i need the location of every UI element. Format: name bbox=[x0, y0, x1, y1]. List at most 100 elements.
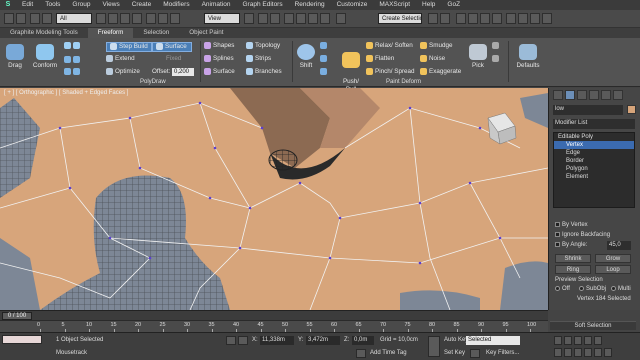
viewport-label[interactable]: [ + ] [ Orthographic ] [ Shaded + Edged … bbox=[4, 90, 128, 96]
rotate-icon[interactable] bbox=[158, 13, 168, 24]
menu-help[interactable]: Help bbox=[416, 0, 441, 10]
unlink-icon[interactable] bbox=[42, 13, 52, 24]
x-coordinate-field[interactable]: 11,338m bbox=[260, 336, 294, 345]
by-angle-checkbox[interactable]: By Angle: bbox=[555, 242, 587, 248]
y-coordinate-field[interactable]: 3,472m bbox=[306, 336, 340, 345]
stack-item-element[interactable]: Element bbox=[554, 173, 634, 181]
pick-option-icon-2[interactable] bbox=[492, 55, 501, 63]
scale-icon[interactable] bbox=[170, 13, 180, 24]
paint-deform-panel-label[interactable]: Paint Deform bbox=[386, 79, 421, 85]
set-key-icon[interactable] bbox=[428, 336, 440, 357]
offset-input[interactable]: 0,200 bbox=[172, 68, 194, 76]
previous-frame-icon[interactable] bbox=[564, 336, 572, 345]
orbit-icon[interactable] bbox=[594, 348, 602, 357]
named-selection-set-dropdown[interactable]: Create Selection S bbox=[378, 13, 422, 24]
tab-graphite-modeling-tools[interactable]: Graphite Modeling Tools bbox=[0, 28, 88, 38]
noise-button[interactable]: Noise bbox=[420, 55, 445, 63]
material-editor-icon[interactable] bbox=[506, 13, 516, 24]
region-select-icon[interactable] bbox=[120, 13, 130, 24]
surface-picker-button[interactable]: Surface bbox=[152, 42, 192, 53]
next-frame-icon[interactable] bbox=[584, 336, 592, 345]
maximize-viewport-icon[interactable] bbox=[604, 348, 612, 357]
graphite-toggle-icon[interactable] bbox=[468, 13, 478, 24]
curve-editor-icon[interactable] bbox=[480, 13, 490, 24]
pinch-spread-button[interactable]: Pinch/ Spread bbox=[366, 68, 415, 76]
edit-named-selection-icon[interactable] bbox=[336, 13, 346, 24]
stack-item-border[interactable]: Border bbox=[554, 157, 634, 165]
modifier-list-dropdown[interactable]: Modifier List bbox=[553, 119, 635, 129]
ignore-backfacing-checkbox[interactable]: Ignore Backfacing bbox=[555, 232, 610, 238]
select-object-icon[interactable] bbox=[96, 13, 106, 24]
menu-animation[interactable]: Animation bbox=[196, 0, 237, 10]
shift-option-icon-3[interactable] bbox=[320, 68, 329, 76]
angle-snap-icon[interactable] bbox=[296, 13, 306, 24]
tab-freeform[interactable]: Freeform bbox=[87, 28, 134, 38]
smudge-button[interactable]: Smudge bbox=[420, 42, 452, 50]
select-by-name-icon[interactable] bbox=[108, 13, 118, 24]
menu-modifiers[interactable]: Modifiers bbox=[157, 0, 195, 10]
object-color-swatch[interactable] bbox=[627, 105, 636, 114]
absolute-mode-icon[interactable] bbox=[238, 336, 248, 345]
flatten-button[interactable]: Flatten bbox=[366, 55, 394, 63]
viewport-orthographic[interactable]: [ + ] [ Orthographic ] [ Shaded + Edged … bbox=[0, 88, 548, 310]
grow-button[interactable]: Grow bbox=[595, 254, 631, 263]
topology-button[interactable]: Topology bbox=[246, 42, 280, 50]
spinner-snap-icon[interactable] bbox=[320, 13, 330, 24]
loop-button[interactable]: Loop bbox=[595, 265, 631, 274]
menu-edit[interactable]: Edit bbox=[16, 0, 39, 10]
relax-soften-button[interactable]: Relax/ Soften bbox=[366, 42, 413, 50]
menu-tools[interactable]: Tools bbox=[39, 0, 66, 10]
by-angle-input[interactable]: 45,0 bbox=[607, 241, 631, 250]
set-key-button[interactable]: Set Key bbox=[444, 350, 465, 356]
defaults-button[interactable]: Defaults bbox=[514, 44, 542, 70]
branches-button[interactable]: Branches bbox=[246, 68, 282, 76]
hierarchy-tab-icon[interactable] bbox=[577, 90, 587, 100]
render-production-icon[interactable] bbox=[542, 13, 552, 24]
display-tab-icon[interactable] bbox=[601, 90, 611, 100]
layer-manager-icon[interactable] bbox=[456, 13, 466, 24]
reference-coordinate-dropdown[interactable]: View bbox=[204, 13, 240, 24]
z-coordinate-field[interactable]: 0,0m bbox=[352, 336, 374, 345]
align-icon[interactable] bbox=[440, 13, 450, 24]
conform-brush-icon-2[interactable] bbox=[64, 56, 82, 64]
conform-button[interactable]: Conform bbox=[30, 44, 60, 70]
go-to-start-icon[interactable] bbox=[554, 336, 562, 345]
ring-button[interactable]: Ring bbox=[555, 265, 591, 274]
menu-graph-editors[interactable]: Graph Editors bbox=[237, 0, 289, 10]
menu-rendering[interactable]: Rendering bbox=[289, 0, 331, 10]
create-tab-icon[interactable] bbox=[553, 90, 563, 100]
time-slider[interactable]: 0 / 100 bbox=[2, 312, 32, 320]
menu-maxscript[interactable]: MAXScript bbox=[373, 0, 416, 10]
pan-icon[interactable] bbox=[584, 348, 592, 357]
splines-button[interactable]: Splines bbox=[204, 55, 234, 63]
menu-views[interactable]: Views bbox=[96, 0, 125, 10]
shrink-button[interactable]: Shrink bbox=[555, 254, 591, 263]
go-to-end-icon[interactable] bbox=[594, 336, 602, 345]
menu-create[interactable]: Create bbox=[126, 0, 158, 10]
surface-button[interactable]: Surface bbox=[204, 68, 235, 76]
drag-button[interactable]: Drag bbox=[4, 44, 26, 70]
move-icon[interactable] bbox=[146, 13, 156, 24]
modify-tab-icon[interactable] bbox=[565, 90, 575, 100]
trackbar[interactable]: 0 5 10 15 20 25 30 35 40 45 50 55 60 65 70 75 80 85 90 95 10… bbox=[0, 320, 548, 332]
window-crossing-icon[interactable] bbox=[132, 13, 142, 24]
zoom-all-icon[interactable] bbox=[564, 348, 572, 357]
conform-brush-icon-3[interactable] bbox=[64, 68, 82, 76]
add-time-tag-button[interactable]: Add Time Tag bbox=[370, 350, 407, 356]
stack-item-vertex[interactable]: Vertex bbox=[554, 141, 634, 149]
menu-goz[interactable]: GoZ bbox=[441, 0, 466, 10]
schematic-view-icon[interactable] bbox=[492, 13, 502, 24]
render-setup-icon[interactable] bbox=[518, 13, 528, 24]
time-tag-icon[interactable] bbox=[356, 349, 366, 358]
preview-multi-radio[interactable]: Multi bbox=[611, 286, 631, 292]
shift-option-icon-2[interactable] bbox=[320, 55, 329, 63]
step-build-button[interactable]: Step Build bbox=[106, 42, 152, 53]
mirror-icon[interactable] bbox=[428, 13, 438, 24]
keyboard-shortcut-icon[interactable] bbox=[270, 13, 280, 24]
preview-off-radio[interactable]: Off bbox=[555, 286, 570, 292]
time-slider-track[interactable]: 0 / 100 bbox=[0, 310, 548, 320]
zoom-extents-icon[interactable] bbox=[574, 348, 582, 357]
shift-button[interactable]: Shift bbox=[296, 44, 316, 70]
viewport-mesh[interactable] bbox=[0, 88, 548, 310]
shapes-button[interactable]: Shapes bbox=[204, 42, 234, 50]
